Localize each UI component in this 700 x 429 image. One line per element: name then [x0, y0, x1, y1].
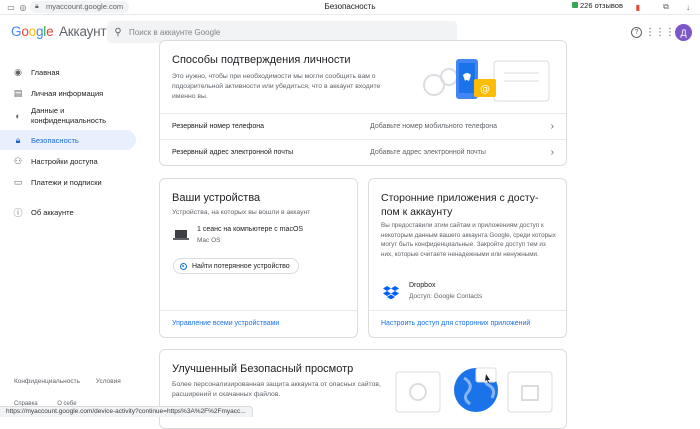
devices-description: Устройства, на которых вы вошли в аккаун…	[172, 209, 311, 216]
reviews-badge[interactable]: 226 отзывов	[572, 1, 623, 10]
toggle-icon: ◐	[15, 111, 21, 121]
safe-browsing-title: Улучшенный Безопасный просмотр	[172, 363, 354, 375]
sidebar-item-sharing[interactable]: ⚇ Настройки доступа	[0, 151, 136, 171]
manage-devices-link[interactable]: Управление всеми устройствами	[172, 320, 279, 327]
sidebar-nav: ◉ Главная ▤ Личная информация ◐ Данные и…	[0, 50, 138, 417]
verification-title: Способы подтверждения личности	[172, 54, 351, 66]
third-party-title: Сторонние приложения с досту- пом к акка…	[381, 192, 539, 218]
devices-title: Ваши устройства	[172, 192, 261, 204]
reviews-count: 226 отзывов	[580, 1, 623, 10]
bookmark-icon[interactable]: ▮	[633, 2, 643, 12]
sidebar-item-label: Данные и конфиденциальность	[31, 106, 107, 125]
person-circle-icon: ◉	[14, 66, 22, 77]
search-icon[interactable]: ⚲	[107, 27, 129, 38]
sidebar-item-home[interactable]: ◉ Главная	[0, 62, 136, 82]
app-name[interactable]: Dropbox	[409, 282, 435, 289]
find-device-label: Найти потерянное устройство	[192, 262, 290, 270]
terms-link[interactable]: Условия	[96, 378, 121, 385]
devices-card: Ваши устройства Устройства, на которых в…	[159, 178, 358, 338]
sidebar-item-label: Об аккаунте	[31, 207, 74, 217]
sidebar-item-label: Личная информация	[31, 88, 104, 98]
recovery-phone-label: Резервный номер телефона	[172, 123, 264, 130]
info-icon: ⓘ	[13, 207, 23, 218]
sidebar-item-label: Главная	[31, 67, 60, 77]
verification-card: Способы подтверждения личности Это нужно…	[159, 40, 567, 166]
recovery-email-value: Добавьте адрес электронной почты	[370, 149, 486, 156]
id-card-icon: ▤	[13, 87, 23, 98]
svg-text:@: @	[480, 84, 490, 95]
location-icon	[180, 262, 187, 270]
divider	[369, 310, 566, 311]
dropbox-icon	[383, 286, 399, 299]
product-name: Аккаунт	[58, 24, 107, 39]
sidebar-item-label: Платежи и подписки	[31, 177, 102, 187]
sidebar-item-label: Настройки доступа	[31, 156, 98, 166]
recovery-email-row[interactable]: Резервный адрес электронной почты Добавь…	[160, 139, 566, 165]
app-access: Доступ: Google Contacts	[409, 293, 483, 300]
find-device-button[interactable]: Найти потерянное устройство	[173, 258, 299, 274]
download-icon[interactable]: ↓	[683, 2, 693, 12]
credit-card-icon: ▭	[13, 176, 23, 187]
people-icon: ⚇	[13, 155, 23, 166]
recovery-email-label: Резервный адрес электронной почты	[172, 149, 294, 156]
rating-icon	[572, 2, 578, 8]
browser-chrome: ▭ ◎ 🔒︎ myaccount.google.com Безопасность…	[0, 0, 700, 15]
apps-grid-icon[interactable]: ⋮⋮⋮	[645, 25, 675, 39]
avatar[interactable]: Д	[675, 24, 692, 41]
sidebar-item-data-privacy[interactable]: ◐ Данные и конфиденциальность	[0, 104, 136, 128]
recovery-phone-value: Добавьте номер мобильного телефона	[370, 123, 498, 130]
sidebar-item-payments[interactable]: ▭ Платежи и подписки	[0, 172, 136, 192]
browser-status-bar: https://myaccount.google.com/device-acti…	[0, 406, 253, 417]
privacy-link[interactable]: Конфиденциальность	[14, 378, 80, 385]
sidebar-footer: Конфиденциальность Условия	[14, 378, 135, 385]
safe-browsing-card: Улучшенный Безопасный просмотр Более пер…	[159, 349, 567, 429]
device-os: Mac OS	[197, 237, 221, 244]
extensions-icon[interactable]: ⧉	[661, 2, 671, 12]
chevron-right-icon: ›	[550, 147, 554, 158]
sidebar-item-personal-info[interactable]: ▤ Личная информация	[0, 83, 136, 103]
lock-icon: 🔒︎	[15, 134, 21, 145]
laptop-icon	[173, 230, 189, 240]
verification-description: Это нужно, чтобы при необходимости мы мо…	[172, 73, 381, 100]
phone-email-illustration: @	[423, 59, 550, 102]
third-party-card: Сторонние приложения с досту- пом к акка…	[368, 178, 567, 338]
safe-browsing-description: Более персонализированная защита аккаунт…	[172, 381, 381, 398]
sidebar-item-label: Безопасность	[31, 135, 79, 145]
help-icon[interactable]: ?	[631, 27, 642, 38]
chevron-right-icon: ›	[550, 121, 554, 132]
globe-illustration	[395, 367, 553, 413]
device-session[interactable]: 1 сеанс на компьютере с macOS	[197, 226, 303, 233]
sidebar-item-security[interactable]: 🔒︎ Безопасность	[0, 130, 136, 150]
third-party-description: Вы предоставили этим сайтам и приложения…	[381, 222, 556, 258]
configure-third-party-link[interactable]: Настроить доступ для сторонних приложени…	[381, 320, 530, 327]
sidebar-item-about[interactable]: ⓘ Об аккаунте	[0, 202, 136, 222]
search-placeholder: Поиск в аккаунте Google	[129, 27, 221, 37]
divider	[160, 310, 357, 311]
recovery-phone-row[interactable]: Резервный номер телефона Добавьте номер …	[160, 113, 566, 139]
google-account-logo[interactable]: Google Аккаунт	[11, 24, 107, 39]
